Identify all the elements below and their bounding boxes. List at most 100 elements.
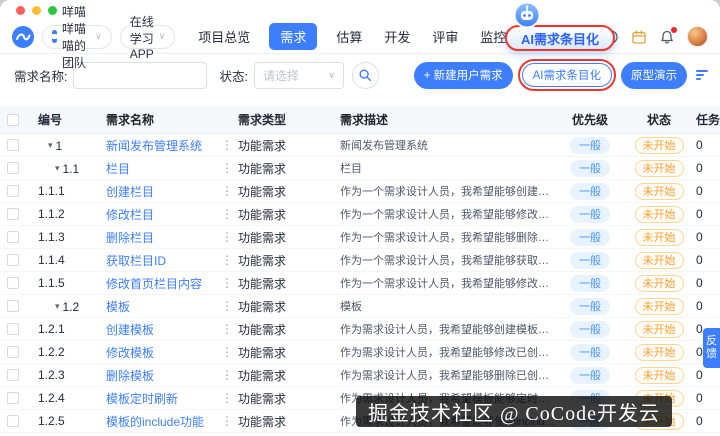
requirement-name-link[interactable]: 创建模板 [106,323,154,337]
prototype-demo-button[interactable]: 原型演示 [621,61,687,89]
status-badge[interactable]: 未开始 [634,320,684,338]
table-row[interactable]: 1.1.3 删除栏目 ⋮ 功能需求 作为一个需求设计人员，我希望能够删除栏目，以… [0,226,720,249]
row-checkbox[interactable] [7,392,19,404]
nav-item[interactable]: 开发 [381,23,413,50]
row-more-menu-icon[interactable]: ⋮ [216,276,238,290]
priority-badge[interactable]: 一般 [570,159,610,177]
table-row[interactable]: 1.1.5 修改首页栏目内容 ⋮ 功能需求 作为一个需求设计人员，我希望能够修改… [0,272,720,295]
row-checkbox[interactable] [7,346,19,358]
row-more-menu-icon[interactable]: ⋮ [216,138,238,152]
table-row[interactable]: 1.1.1 创建栏目 ⋮ 功能需求 作为一个需求设计人员，我希望能够创建栏目，以… [0,180,720,203]
row-checkbox[interactable] [7,323,19,335]
status-badge[interactable]: 未开始 [634,228,684,246]
new-user-requirement-button[interactable]: + 新建用户需求 [413,61,513,89]
status-badge[interactable]: 未开始 [634,343,684,361]
requirement-name-link[interactable]: 修改模板 [106,346,154,360]
table-row[interactable]: 1.2.1 创建模板 ⋮ 功能需求 作为需求设计人员，我希望能够创建模板，以便能… [0,318,720,341]
expand-caret-icon[interactable]: ▾ [48,140,53,151]
requirement-name-link[interactable]: 模板定时刷新 [106,392,178,406]
nav-item[interactable]: 估算 [333,23,365,50]
row-more-menu-icon[interactable]: ⋮ [216,207,238,221]
table-row[interactable]: 1.2.2 修改模板 ⋮ 功能需求 作为需求设计人员，我希望能够修改已创建的模板… [0,341,720,364]
row-checkbox[interactable] [7,415,19,427]
table-header-row: 编号 需求名称 需求类型 需求描述 优先级 状态 任务 [0,106,720,134]
requirement-name-link[interactable]: 创建栏目 [106,185,154,199]
status-badge[interactable]: 未开始 [634,136,684,154]
status-select[interactable]: 请选择 ∨ [253,61,344,89]
notification-bell-icon[interactable] [659,26,677,45]
sort-list-icon[interactable] [694,67,710,83]
row-checkbox[interactable] [7,369,19,381]
user-avatar[interactable] [687,26,708,47]
feedback-tab[interactable]: 反馈 [703,328,720,368]
status-badge[interactable]: 未开始 [634,182,684,200]
priority-badge[interactable]: 一般 [570,251,610,269]
priority-badge[interactable]: 一般 [570,343,610,361]
search-button[interactable] [351,61,379,89]
requirement-name-link[interactable]: 删除栏目 [106,231,154,245]
row-checkbox[interactable] [7,185,19,197]
row-more-menu-icon[interactable]: ⋮ [216,230,238,244]
requirement-name-link[interactable]: 修改首页栏目内容 [106,277,202,291]
priority-badge[interactable]: 一般 [570,366,610,384]
priority-badge[interactable]: 一般 [570,297,610,315]
row-checkbox[interactable] [7,300,19,312]
expand-caret-icon[interactable]: ▾ [55,301,60,312]
requirement-name-link[interactable]: 模板 [106,300,130,314]
table-row[interactable]: 1.1.2 修改栏目 ⋮ 功能需求 作为一个需求设计人员，我希望能够修改栏目，以… [0,203,720,226]
nav-item[interactable]: 评审 [429,23,461,50]
status-badge[interactable]: 未开始 [634,251,684,269]
priority-badge[interactable]: 一般 [570,320,610,338]
priority-badge[interactable]: 一般 [570,228,610,246]
team-selector[interactable]: 咩喵咩喵喵的团队 ∨ [42,5,112,70]
zoom-window-button[interactable] [48,5,57,15]
row-more-menu-icon[interactable]: ⋮ [216,391,238,405]
row-more-menu-icon[interactable]: ⋮ [216,299,238,313]
table-row[interactable]: 1.2.3 删除模板 ⋮ 功能需求 作为需求设计人员，我希望能够删除已创建的模板… [0,364,720,387]
requirement-name-link[interactable]: 模板的include功能 [106,415,204,429]
row-more-menu-icon[interactable]: ⋮ [216,253,238,267]
minimize-window-button[interactable] [32,5,41,15]
table-row[interactable]: ▾ 1.2 模板 ⋮ 功能需求 模板 一般 未开始 0 [0,295,720,318]
table-row[interactable]: 1.1.4 获取栏目ID ⋮ 功能需求 作为一个需求设计人员，我希望能够获取栏目… [0,249,720,272]
row-checkbox[interactable] [7,231,19,243]
select-all-checkbox[interactable] [7,113,19,126]
requirement-name-link[interactable]: 获取栏目ID [106,254,166,268]
row-more-menu-icon[interactable]: ⋮ [216,322,238,336]
priority-badge[interactable]: 一般 [570,182,610,200]
status-badge[interactable]: 未开始 [634,205,684,223]
row-checkbox[interactable] [7,139,19,151]
expand-caret-icon[interactable]: ▾ [55,163,60,174]
requirement-name-link[interactable]: 修改栏目 [106,208,154,222]
header-priority: 优先级 [571,113,608,127]
requirement-name-input[interactable] [73,61,208,89]
row-checkbox[interactable] [7,208,19,220]
row-more-menu-icon[interactable]: ⋮ [216,414,238,428]
requirement-name-link[interactable]: 新闻发布管理系统 [106,139,202,153]
calendar-icon[interactable] [631,29,647,45]
close-window-button[interactable] [16,5,25,15]
priority-badge[interactable]: 一般 [570,205,610,223]
nav-item[interactable]: 项目总览 [195,23,253,50]
status-badge[interactable]: 未开始 [634,366,684,384]
requirement-name-link[interactable]: 删除模板 [106,369,154,383]
row-more-menu-icon[interactable]: ⋮ [216,368,238,382]
project-selector[interactable]: 在线学习APP ∨ [119,15,176,61]
priority-badge[interactable]: 一般 [570,136,610,154]
row-checkbox-cell [0,231,26,243]
table-row[interactable]: ▾ 1 新闻发布管理系统 ⋮ 功能需求 新闻发布管理系统 一般 未开始 0 [0,134,720,157]
nav-item[interactable]: 需求 [269,23,318,50]
requirement-name-link[interactable]: 栏目 [106,162,130,176]
row-more-menu-icon[interactable]: ⋮ [216,161,238,175]
row-checkbox[interactable] [7,162,19,174]
row-checkbox[interactable] [7,254,19,266]
table-row[interactable]: ▾ 1.1 栏目 ⋮ 功能需求 栏目 一般 未开始 0 [0,157,720,180]
status-badge[interactable]: 未开始 [634,274,684,292]
status-badge[interactable]: 未开始 [634,297,684,315]
status-badge[interactable]: 未开始 [634,159,684,177]
priority-badge[interactable]: 一般 [570,274,610,292]
row-checkbox[interactable] [7,277,19,289]
row-more-menu-icon[interactable]: ⋮ [216,345,238,359]
ai-itemize-button[interactable]: AI需求条目化 [521,63,612,87]
row-more-menu-icon[interactable]: ⋮ [216,184,238,198]
